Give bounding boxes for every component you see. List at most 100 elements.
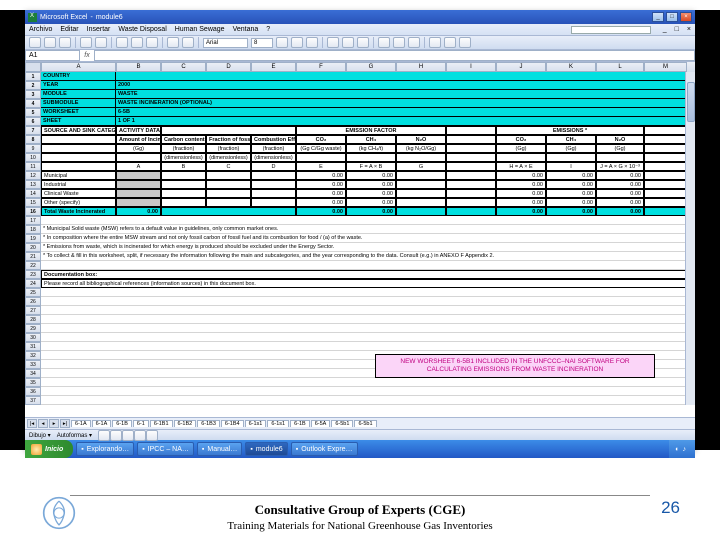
row-header[interactable]: 36 (25, 387, 41, 396)
cell[interactable] (161, 198, 206, 207)
row-header[interactable]: 31 (25, 342, 41, 351)
cell[interactable] (41, 342, 687, 351)
cell[interactable]: 1 OF 1 (116, 117, 687, 126)
font-color-icon[interactable] (459, 37, 471, 48)
cell[interactable]: Please record all bibliographical refere… (41, 279, 687, 288)
cell[interactable]: Combustion Efficiency (251, 135, 296, 144)
col-header[interactable]: L (596, 62, 644, 72)
cell[interactable]: J = A × G × 10⁻³ (596, 162, 644, 171)
cell[interactable] (396, 153, 446, 162)
cell[interactable] (206, 171, 251, 180)
font-name-box[interactable]: Arial (203, 38, 248, 48)
cell[interactable]: (kg CH₄/t) (346, 144, 396, 153)
cell[interactable]: B (161, 162, 206, 171)
row-header[interactable]: 30 (25, 333, 41, 342)
row-header[interactable]: 32 (25, 351, 41, 360)
cell[interactable] (644, 198, 687, 207)
cell[interactable]: ACTIVITY DATA (116, 126, 161, 135)
cell[interactable] (41, 153, 116, 162)
vertical-scrollbar[interactable] (685, 72, 695, 405)
cell[interactable]: 0.00 (546, 171, 596, 180)
row-header[interactable]: 12 (25, 171, 41, 180)
row-header[interactable]: 17 (25, 216, 41, 225)
col-header[interactable]: C (161, 62, 206, 72)
cell[interactable] (446, 162, 496, 171)
col-header[interactable]: M (644, 62, 687, 72)
cell[interactable]: E (296, 162, 346, 171)
cell[interactable]: 0.00 (596, 189, 644, 198)
cell[interactable] (446, 180, 496, 189)
cell[interactable] (446, 207, 496, 216)
taskbar-item[interactable]: ▪Explorando… (76, 442, 134, 456)
cell[interactable] (41, 324, 687, 333)
cell[interactable] (446, 171, 496, 180)
cell[interactable]: Total Waste Incinerated (41, 207, 116, 216)
row-header[interactable]: 5 (25, 108, 41, 117)
menu-archivo[interactable]: Archivo (29, 26, 52, 33)
cell[interactable] (41, 261, 687, 270)
sheet-tab[interactable]: 6-1B (290, 420, 310, 427)
cell[interactable] (116, 72, 687, 81)
cell[interactable]: SUBMODULE (41, 99, 116, 108)
row-header[interactable]: 25 (25, 288, 41, 297)
cell[interactable] (251, 198, 296, 207)
sheet-tab[interactable]: 6-5A (311, 420, 331, 427)
row-header[interactable]: 19 (25, 234, 41, 243)
sheet-tab[interactable]: 6-5b1 (331, 420, 353, 427)
tab-nav-last-icon[interactable]: ▸| (60, 419, 70, 428)
cell[interactable]: (Gg) (116, 144, 161, 153)
cell[interactable]: SOURCE AND SINK CATEGORIES (41, 126, 116, 135)
row-header[interactable]: 22 (25, 261, 41, 270)
cell[interactable]: (dimensionless) (251, 153, 296, 162)
cell[interactable] (206, 180, 251, 189)
cell[interactable] (251, 171, 296, 180)
cell[interactable] (396, 198, 446, 207)
cell[interactable] (41, 144, 116, 153)
cell[interactable]: N₂O (396, 135, 446, 144)
cell[interactable] (644, 135, 687, 144)
cell[interactable]: H = A × E (496, 162, 546, 171)
cell[interactable]: 0.00 (546, 198, 596, 207)
row-header[interactable]: 3 (25, 90, 41, 99)
cell[interactable] (161, 180, 206, 189)
cell[interactable]: 0.00 (296, 207, 346, 216)
line-icon[interactable] (98, 430, 110, 441)
save-icon[interactable] (59, 37, 71, 48)
row-header[interactable]: 13 (25, 180, 41, 189)
print-icon[interactable] (80, 37, 92, 48)
cell[interactable]: (dimensionless) (206, 153, 251, 162)
cell[interactable] (206, 189, 251, 198)
row-header[interactable]: 27 (25, 306, 41, 315)
cell[interactable]: CO₂ (496, 135, 546, 144)
inner-close[interactable]: × (687, 26, 691, 33)
borders-icon[interactable] (429, 37, 441, 48)
fx-icon[interactable]: fx (80, 52, 94, 59)
cell[interactable] (41, 297, 687, 306)
cell[interactable]: EMISSIONS * (496, 126, 644, 135)
italic-icon[interactable] (291, 37, 303, 48)
row-header[interactable]: 37 (25, 396, 41, 405)
cell[interactable] (116, 189, 161, 198)
percent-icon[interactable] (393, 37, 405, 48)
col-header[interactable]: A (41, 62, 116, 72)
col-header[interactable]: D (206, 62, 251, 72)
formula-input[interactable] (94, 50, 695, 61)
row-header[interactable]: 33 (25, 360, 41, 369)
cell[interactable]: 0.00 (596, 198, 644, 207)
col-header[interactable]: I (446, 62, 496, 72)
cell[interactable] (161, 189, 206, 198)
row-header[interactable]: 9 (25, 144, 41, 153)
row-header[interactable]: 20 (25, 243, 41, 252)
cell[interactable]: 0.00 (296, 171, 346, 180)
cell[interactable] (446, 135, 496, 144)
sheet-tab[interactable]: 6-1s1 (245, 420, 267, 427)
sheet-tab[interactable]: 6-1B4 (221, 420, 244, 427)
cell[interactable] (206, 198, 251, 207)
cell[interactable] (496, 153, 546, 162)
redo-icon[interactable] (182, 37, 194, 48)
inner-minimize[interactable]: _ (663, 26, 667, 33)
cell[interactable] (41, 162, 116, 171)
cell[interactable] (396, 180, 446, 189)
cell[interactable]: Carbon content (161, 135, 206, 144)
row-header[interactable]: 16 (25, 207, 41, 216)
